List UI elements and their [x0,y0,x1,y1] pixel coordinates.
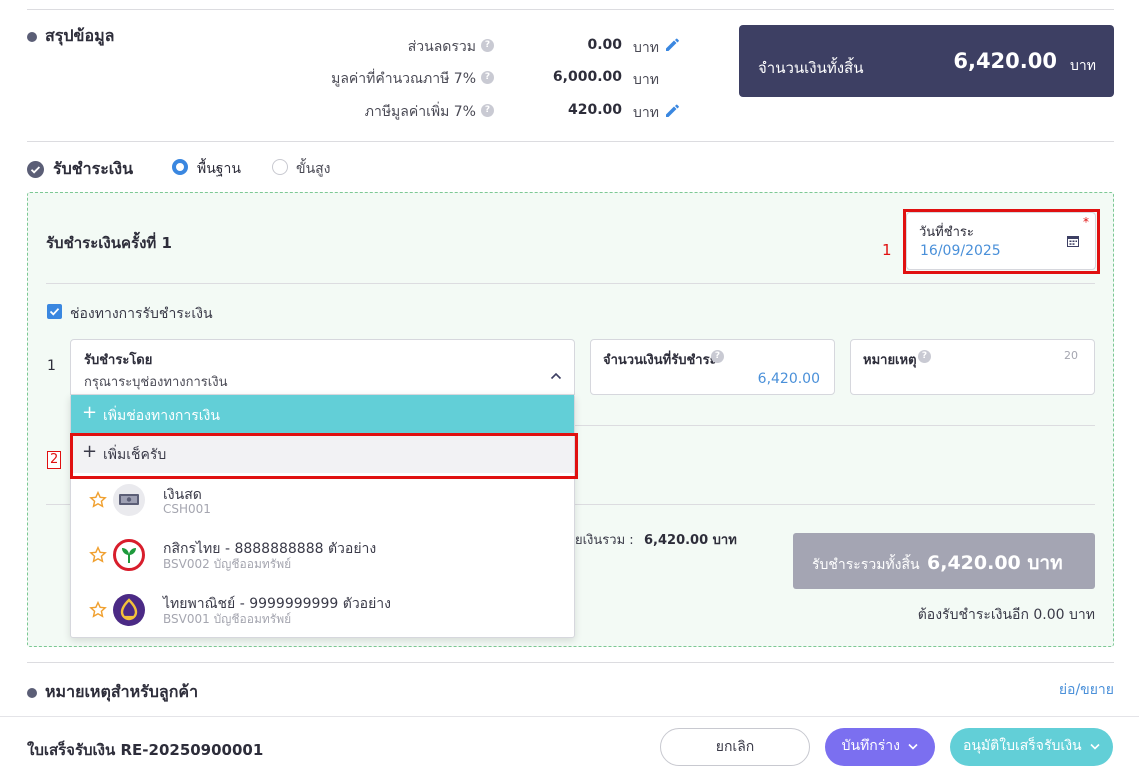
annotation-box-2 [70,433,578,479]
pay-by-select[interactable]: รับชำระโดย กรุณาระบุช่องทางการเงิน [70,339,575,395]
star-icon[interactable] [89,601,107,619]
option-kbank[interactable]: กสิกรไทย - 8888888888 ตัวอย่าง BSV002 บั… [71,531,574,583]
pay-by-dropdown: + เพิ่มช่องทางการเงิน + เพิ่มเช็ครับ เงิ… [70,394,575,638]
plus-icon: + [82,402,98,423]
payment-header: รับชำระเงิน [27,157,133,182]
scb-logo-icon [113,594,145,626]
help-icon[interactable]: ? [481,104,494,117]
footer-bar: ใบเสร็จรับเงิน RE-20250900001 ยกเลิก บัน… [0,716,1139,772]
grand-total-box: จำนวนเงินทั้งสิ้น 6,420.00 บาท [739,25,1114,97]
channel-checkbox[interactable] [47,304,62,319]
cancel-label: ยกเลิก [715,739,755,755]
star-icon[interactable] [89,491,107,509]
summary-row-value: 0.00 [587,37,622,53]
annotation-box-1 [903,209,1100,274]
installment-title: รับชำระเงินครั้งที่ 1 [46,234,172,252]
summary-row-unit: บาท [633,72,659,88]
summary-row-value: 6,000.00 [552,69,622,85]
add-channel-label: เพิ่มช่องทางการเงิน [103,408,220,424]
add-channel-option[interactable]: + เพิ่มช่องทางการเงิน [71,395,574,433]
summary-row-unit: บาท [633,105,659,121]
partial-total-value: 6,420.00 บาท [644,533,737,548]
row-number: 1 [47,358,56,374]
note-counter: 20 [1064,349,1078,362]
edit-pencil-icon[interactable] [664,101,682,119]
cancel-button[interactable]: ยกเลิก [660,728,810,766]
received-total-box: รับชำระรวมทั้งสิ้น 6,420.00 บาท [793,533,1095,589]
cash-icon [113,484,145,516]
received-total-value: 6,420.00 บาท [927,552,1063,574]
section-divider [27,141,1114,142]
grand-total-unit: บาท [1070,58,1096,74]
help-icon[interactable]: ? [711,350,724,363]
document-title: ใบเสร็จรับเงิน RE-20250900001 [27,741,264,759]
option-code: CSH001 [163,502,211,516]
summary-row-label: ภาษีมูลค่าเพิ่ม 7% [364,104,476,120]
section-bullet-icon [27,687,37,698]
collapse-toggle-link[interactable]: ย่อ/ขยาย [1059,679,1114,701]
remaining-text: ต้องรับชำระเงินอีก 0.00 บาท [917,607,1095,623]
summary-row-discount: ส่วนลดรวม ? [200,36,494,56]
option-scb[interactable]: ไทยพาณิชย์ - 9999999999 ตัวอย่าง BSV001 … [71,586,574,638]
panel-divider [575,425,1095,426]
edit-pencil-icon[interactable] [664,35,682,53]
section-divider [27,662,1114,663]
summary-row-value: 420.00 [567,102,622,118]
radio-basic-label[interactable]: พื้นฐาน [197,158,241,180]
approve-button[interactable]: อนุมัติใบเสร็จรับเงิน [950,728,1113,766]
radio-advanced[interactable] [272,159,288,175]
amount-label: จำนวนเงินที่รับชำระ [603,353,717,368]
option-code: BSV002 บัญชีออมทรัพย์ [163,557,292,571]
annotation-number-2-frame: 2 [47,451,61,469]
chevron-up-icon[interactable] [550,372,562,380]
note-field[interactable]: หมายเหตุ ? 20 [850,339,1095,395]
save-draft-label: บันทึกร่าง [841,738,900,754]
chevron-down-icon [1090,743,1100,750]
option-code: BSV001 บัญชีออมทรัพย์ [163,612,292,626]
help-icon[interactable]: ? [481,71,494,84]
pay-by-label: รับชำระโดย [84,353,153,368]
annotation-number-2: 2 [50,452,59,467]
help-icon[interactable]: ? [481,39,494,52]
grand-total-label: จำนวนเงินทั้งสิ้น [758,59,864,77]
summary-row-taxable: มูลค่าที่คำนวณภาษี 7% ? [200,68,494,88]
amount-value[interactable]: 6,420.00 [758,371,820,387]
kbank-logo-icon [113,539,145,571]
channel-checkbox-label[interactable]: ช่องทางการรับชำระเงิน [70,303,213,325]
checkmark-icon [49,308,60,316]
annotation-number-1: 1 [882,241,892,259]
radio-basic[interactable] [172,159,188,175]
amount-field[interactable]: จำนวนเงินที่รับชำระ ? 6,420.00 [590,339,835,395]
grand-total-value: 6,420.00 [953,49,1057,73]
summary-row-label: มูลค่าที่คำนวณภาษี 7% [331,71,476,87]
received-total-label: รับชำระรวมทั้งสิ้น [812,557,920,573]
chevron-down-icon [908,743,918,750]
note-label: หมายเหตุ [863,353,917,368]
customer-note-header: หมายเหตุสำหรับลูกค้า [27,680,198,705]
save-draft-button[interactable]: บันทึกร่าง [825,728,935,766]
option-cash[interactable]: เงินสด CSH001 [71,477,574,529]
payment-title: รับชำระเงิน [53,159,133,178]
help-icon[interactable]: ? [918,350,931,363]
star-icon[interactable] [89,546,107,564]
check-circle-icon [27,161,44,178]
pay-by-placeholder: กรุณาระบุช่องทางการเงิน [84,375,228,390]
summary-row-vat: ภาษีมูลค่าเพิ่ม 7% ? [200,101,494,121]
summary-row-unit: บาท [633,40,659,56]
summary-row-label: ส่วนลดรวม [407,39,476,55]
customer-note-title: หมายเหตุสำหรับลูกค้า [45,682,199,701]
approve-label: อนุมัติใบเสร็จรับเงิน [962,738,1082,754]
panel-divider [46,283,1095,284]
partial-total-label: ยเงินรวม : [575,533,634,548]
radio-advanced-label[interactable]: ขั้นสูง [296,158,331,180]
